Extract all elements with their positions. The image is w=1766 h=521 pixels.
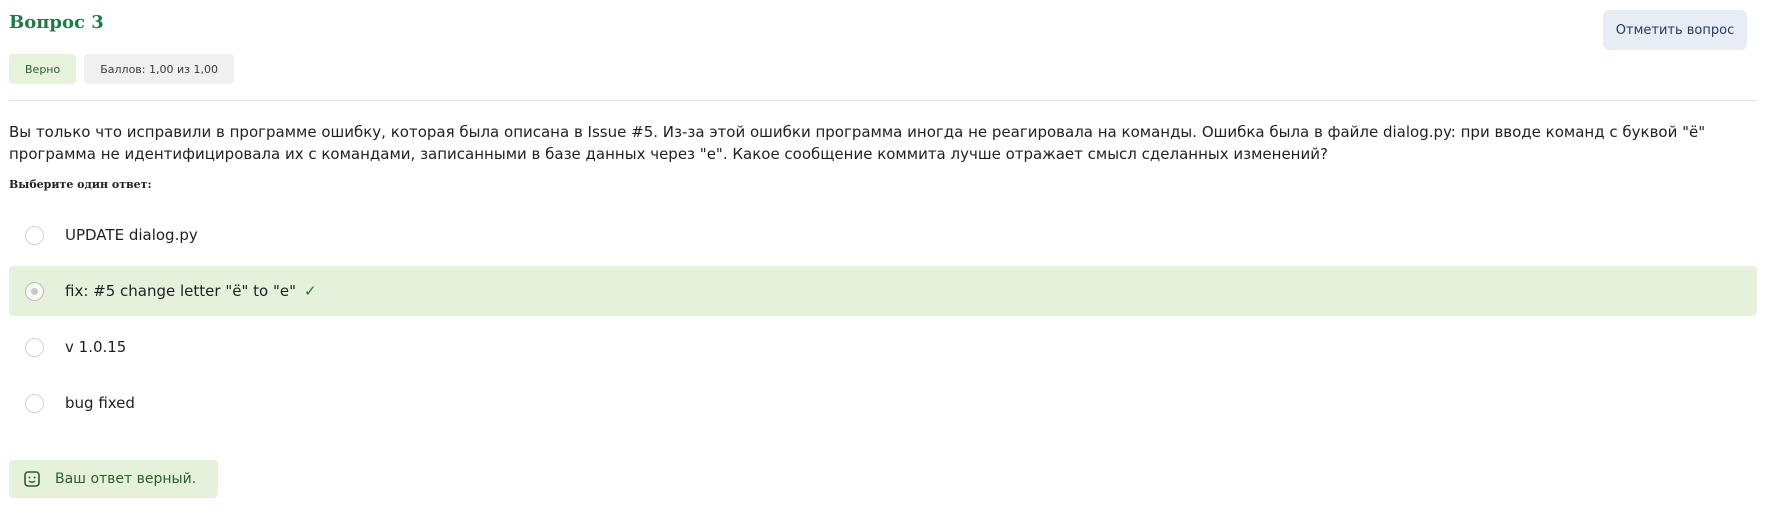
answer-prompt: Выберите один ответ: <box>9 178 152 191</box>
answer-option-selected[interactable]: fix: #5 change letter "ё" to "e" ✓ <box>9 266 1757 316</box>
radio-icon[interactable] <box>25 337 44 357</box>
radio-icon[interactable] <box>25 393 44 413</box>
check-icon: ✓ <box>303 282 317 300</box>
answer-label: UPDATE dialog.py <box>65 226 198 244</box>
feedback-box: Ваш ответ верный. <box>9 460 218 498</box>
answer-option[interactable]: bug fixed <box>9 378 1757 428</box>
flag-question-button[interactable]: Отметить вопрос <box>1603 10 1747 50</box>
answer-option[interactable]: UPDATE dialog.py <box>9 210 1757 260</box>
grade-badge: Баллов: 1,00 из 1,00 <box>84 54 234 84</box>
smile-icon <box>24 471 40 487</box>
radio-icon[interactable] <box>25 281 44 301</box>
divider <box>9 100 1757 101</box>
answer-label: fix: #5 change letter "ё" to "e" <box>65 282 296 300</box>
question-title: Вопрос 3 <box>9 12 104 33</box>
answer-label: v 1.0.15 <box>65 338 127 356</box>
question-text: Вы только что исправили в программе ошиб… <box>9 123 1706 163</box>
question-panel: Вопрос 3 Отметить вопрос Верно Баллов: 1… <box>0 0 1766 521</box>
answer-option[interactable]: v 1.0.15 <box>9 322 1757 372</box>
radio-icon[interactable] <box>25 225 44 245</box>
status-badge: Верно <box>9 54 77 84</box>
answer-options: UPDATE dialog.py fix: #5 change letter "… <box>9 210 1757 434</box>
answer-label: bug fixed <box>65 394 135 412</box>
question-status: Верно Баллов: 1,00 из 1,00 <box>9 54 234 84</box>
feedback-text: Ваш ответ верный. <box>55 471 197 487</box>
